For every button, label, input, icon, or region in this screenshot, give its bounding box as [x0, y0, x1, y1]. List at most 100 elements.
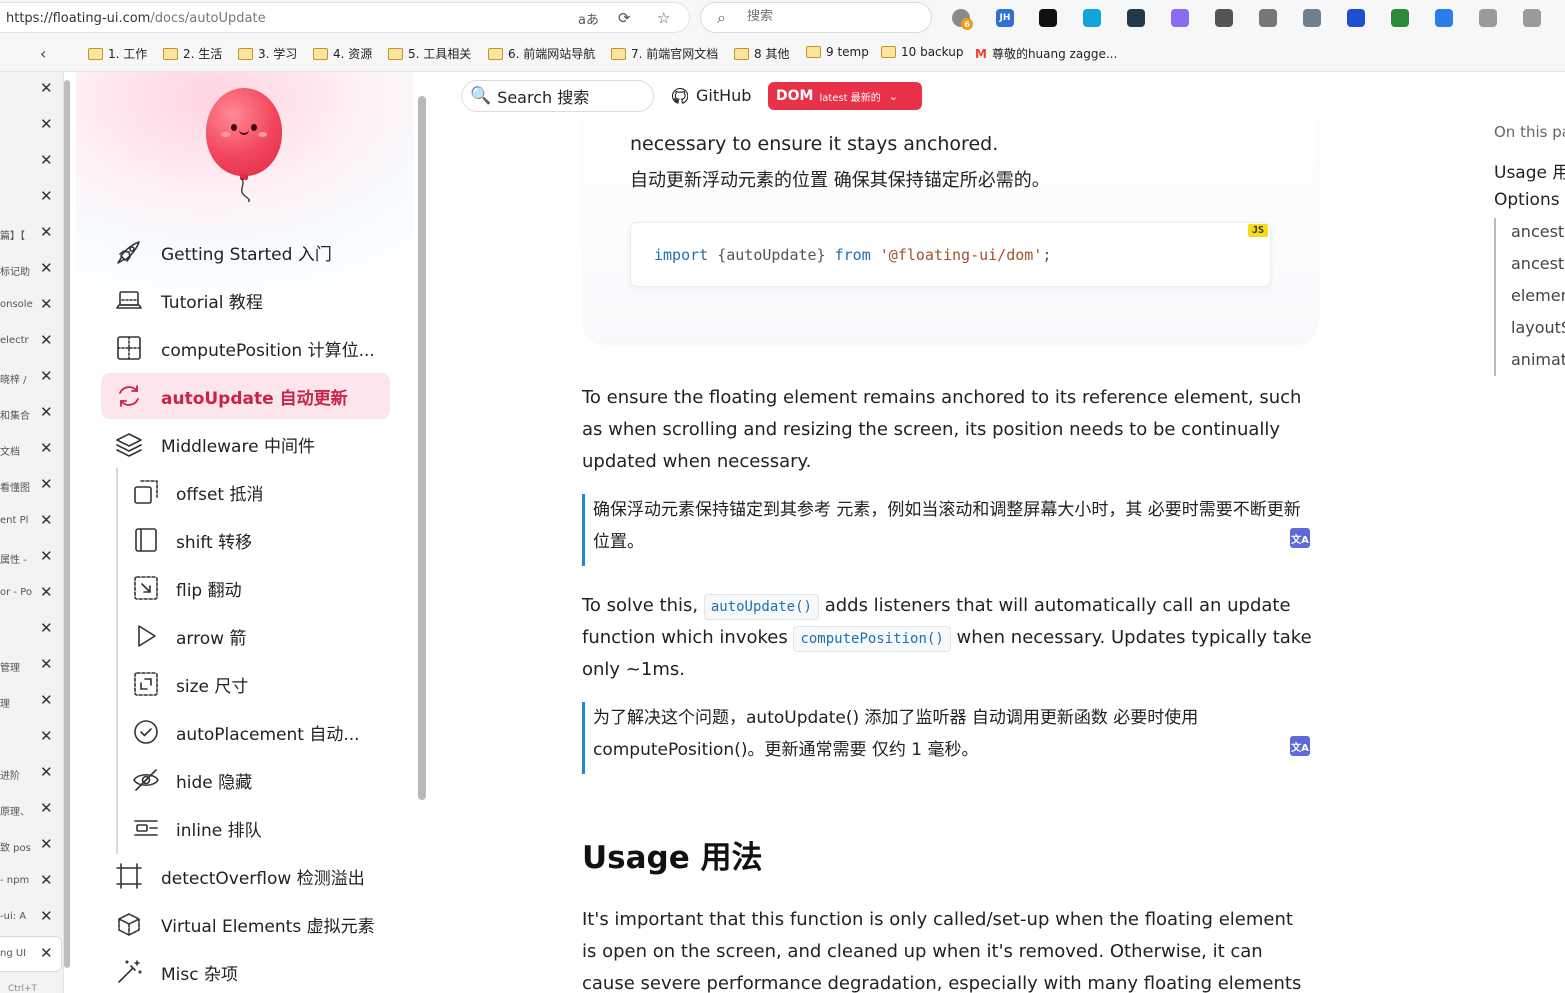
sidebar-scrollbar[interactable] [418, 96, 426, 800]
bookmark-item[interactable]: 10 backup [881, 45, 963, 59]
close-icon[interactable]: ✕ [40, 115, 53, 133]
extension-icon[interactable] [1127, 9, 1145, 27]
extension-icon[interactable]: JH [996, 9, 1014, 27]
nav-item[interactable]: inline 排队 [116, 805, 390, 851]
browser-tab[interactable]: 理 ✕ [0, 684, 62, 720]
extension-icon[interactable] [1039, 9, 1057, 27]
close-icon[interactable]: ✕ [40, 475, 53, 493]
extension-icon[interactable] [1303, 9, 1321, 27]
bookmark-item[interactable]: 2. 生活 [163, 45, 222, 62]
bookmark-item[interactable]: 9 temp [806, 45, 869, 59]
github-link[interactable]: GitHub [672, 86, 751, 105]
toc-subitem[interactable]: animat [1511, 350, 1565, 369]
close-icon[interactable]: ✕ [40, 295, 53, 313]
bookmark-item[interactable]: 5. 工具相关 [388, 45, 471, 62]
browser-tab[interactable]: - npm ✕ [0, 864, 62, 900]
extension-icon[interactable] [1347, 9, 1365, 27]
close-icon[interactable]: ✕ [40, 871, 53, 889]
browser-tab[interactable]: electr ✕ [0, 324, 62, 360]
nav-item[interactable]: arrow 箭 [116, 613, 390, 659]
browser-tab[interactable]: ✕ [0, 612, 62, 648]
close-icon[interactable]: ✕ [40, 259, 53, 277]
close-icon[interactable]: ✕ [40, 619, 53, 637]
close-icon[interactable]: ✕ [40, 367, 53, 385]
read-aloud-icon[interactable]: aあ [578, 9, 599, 28]
close-icon[interactable]: ✕ [40, 583, 53, 601]
browser-tab[interactable]: ✕ [0, 180, 62, 216]
reload-icon[interactable]: ⟳ [618, 9, 631, 27]
extension-icon[interactable] [1215, 9, 1233, 27]
browser-search-input[interactable] [747, 9, 917, 24]
extension-icon[interactable] [1479, 9, 1497, 27]
close-icon[interactable]: ✕ [40, 547, 53, 565]
new-tab-hint[interactable]: Ctrl+T [8, 984, 37, 993]
close-icon[interactable]: ✕ [40, 439, 53, 457]
bookmark-item[interactable]: 4. 资源 [313, 45, 372, 62]
close-icon[interactable]: ✕ [40, 151, 53, 169]
close-icon[interactable]: ✕ [40, 727, 53, 745]
extension-icon[interactable] [1523, 9, 1541, 27]
close-icon[interactable]: ✕ [40, 187, 53, 205]
close-icon[interactable]: ✕ [40, 691, 53, 709]
close-icon[interactable]: ✕ [40, 799, 53, 817]
tab-strip-scrollbar[interactable] [64, 80, 70, 968]
nav-item[interactable]: autoUpdate 自动更新 [101, 373, 390, 419]
bookmark-item[interactable]: 1. 工作 [88, 45, 147, 62]
close-icon[interactable]: ✕ [40, 655, 53, 673]
browser-tab[interactable]: ng UI ✕ [0, 936, 62, 972]
bookmark-item[interactable]: M 尊敬的huang zagge... [975, 45, 1117, 62]
close-icon[interactable]: ✕ [40, 331, 53, 349]
close-icon[interactable]: ✕ [40, 907, 53, 925]
translate-icon[interactable]: 文A [1290, 736, 1310, 756]
browser-tab[interactable]: ✕ [0, 72, 62, 108]
browser-tab[interactable]: -ui: A ✕ [0, 900, 62, 936]
browser-tab[interactable]: ✕ [0, 720, 62, 756]
nav-item[interactable]: Misc 杂项 [101, 949, 390, 993]
browser-tab[interactable]: 和集合 ✕ [0, 396, 62, 432]
browser-tab[interactable]: 管理 ✕ [0, 648, 62, 684]
nav-item[interactable]: Middleware 中间件 [101, 421, 390, 467]
browser-tab[interactable]: 原理、 ✕ [0, 792, 62, 828]
bookmark-item[interactable]: 8 其他 [734, 45, 789, 62]
toc-subitem[interactable]: layoutS [1511, 318, 1565, 337]
translate-icon[interactable]: 文A [1290, 528, 1310, 548]
close-icon[interactable]: ✕ [40, 835, 53, 853]
address-bar[interactable]: https://floating-ui.com/docs/autoUpdate … [0, 2, 690, 33]
extension-icon[interactable] [1391, 9, 1409, 27]
browser-tab[interactable]: 篇】【 ✕ [0, 216, 62, 252]
code-block[interactable]: JS import {autoUpdate} from '@floating-u… [630, 222, 1271, 287]
nav-item[interactable]: Getting Started 入门 [101, 229, 390, 275]
browser-tab[interactable]: 晓梓 / ✕ [0, 360, 62, 396]
docs-search-button[interactable]: 🔍 Search 搜索 [461, 80, 654, 112]
nav-item[interactable]: Virtual Elements 虚拟元素 [101, 901, 390, 947]
browser-tab[interactable]: ✕ [0, 108, 62, 144]
browser-tab[interactable]: onsole ✕ [0, 288, 62, 324]
close-icon[interactable]: ✕ [40, 223, 53, 241]
toc-subitem[interactable]: ancesto [1511, 222, 1565, 241]
nav-item[interactable]: autoPlacement 自动... [116, 709, 390, 755]
url-text[interactable]: https://floating-ui.com/docs/autoUpdate [6, 11, 266, 26]
browser-search-box[interactable]: ⌕ [700, 2, 932, 33]
browser-tab[interactable]: 文档 ✕ [0, 432, 62, 468]
collapse-tabs-icon[interactable]: ‹ [40, 44, 46, 63]
close-icon[interactable]: ✕ [40, 403, 53, 421]
nav-item[interactable]: Tutorial 教程 [101, 277, 390, 323]
close-icon[interactable]: ✕ [40, 763, 53, 781]
package-version-select[interactable]: DOM latest 最新的 ⌄ [768, 82, 922, 110]
bookmark-item[interactable]: 6. 前端网站导航 [488, 45, 595, 62]
toc-subitem[interactable]: ancesto [1511, 254, 1565, 273]
toc-item-options[interactable]: Options [1494, 190, 1560, 210]
nav-item[interactable]: flip 翻动 [116, 565, 390, 611]
browser-tab[interactable]: 致 pos ✕ [0, 828, 62, 864]
extension-icon[interactable] [1083, 9, 1101, 27]
nav-item[interactable]: detectOverflow 检测溢出 [101, 853, 390, 899]
extension-icon[interactable] [1171, 9, 1189, 27]
extension-icon[interactable] [1435, 9, 1453, 27]
browser-tab[interactable]: 标记助 ✕ [0, 252, 62, 288]
browser-tab[interactable]: 进阶 ✕ [0, 756, 62, 792]
toc-subitem[interactable]: elemen [1511, 286, 1565, 305]
browser-tab[interactable]: 看懂图 ✕ [0, 468, 62, 504]
nav-item[interactable]: computePosition 计算位... [101, 325, 390, 371]
close-icon[interactable]: ✕ [40, 79, 53, 97]
browser-tab[interactable]: ✕ [0, 144, 62, 180]
